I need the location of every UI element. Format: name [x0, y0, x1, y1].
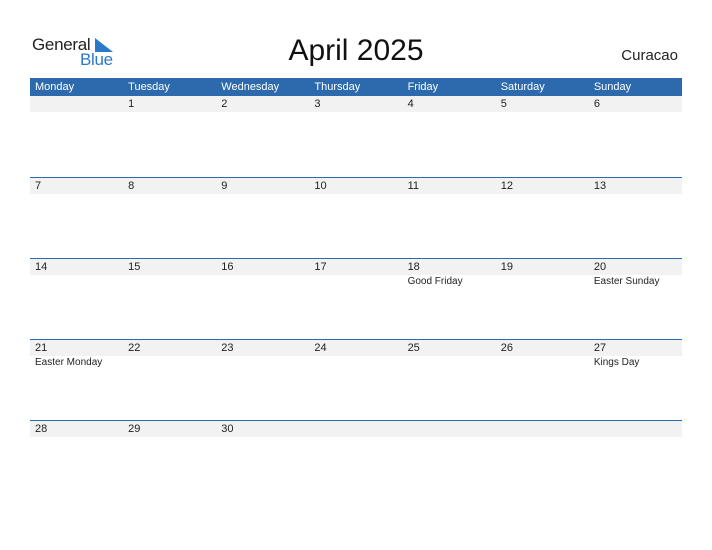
- day-number: 17: [314, 261, 327, 273]
- day-number-row: 21 22 23 24 25 26 27: [30, 340, 682, 356]
- holiday-label: [403, 356, 496, 369]
- day-number: 28: [35, 423, 48, 435]
- weekday-friday: Friday: [407, 81, 439, 93]
- day-number: [309, 421, 402, 437]
- holiday-label: Easter Monday: [35, 357, 103, 368]
- day-number-row: 14 15 16 17 18 19 20: [30, 259, 682, 275]
- day-number: 30: [221, 423, 234, 435]
- holiday-label: [216, 356, 309, 369]
- day-number-row: 1 2 3 4 5 6: [30, 96, 682, 112]
- day-number-row: 28 29 30: [30, 421, 682, 437]
- day-number: 10: [314, 180, 327, 192]
- day-number: [403, 421, 496, 437]
- day-number: 24: [314, 342, 327, 354]
- day-number: 16: [221, 261, 234, 273]
- day-number: 2: [221, 98, 228, 110]
- day-number: 3: [314, 98, 321, 110]
- country-label: Curacao: [621, 47, 678, 64]
- day-number: 6: [593, 98, 600, 110]
- week-row: 28 29 30: [30, 420, 682, 501]
- day-number: 26: [500, 342, 513, 354]
- weekday-saturday: Saturday: [500, 81, 545, 93]
- day-number: 20: [593, 261, 607, 273]
- week-row: 21 22 23 24 25 26 27 Easter Monday Kings Day: [30, 339, 682, 420]
- day-number: 25: [407, 342, 420, 354]
- day-number: [30, 96, 123, 112]
- holiday-label: [123, 356, 216, 369]
- day-number: 14: [35, 261, 48, 273]
- day-number: 1: [128, 98, 135, 110]
- day-number: 19: [500, 261, 513, 273]
- weekday-sunday: Sunday: [593, 81, 632, 93]
- day-number: 15: [128, 261, 141, 273]
- day-number: [496, 421, 589, 437]
- weekday-header: Monday Tuesday Wednesday Thursday Friday…: [30, 78, 682, 96]
- day-number: 7: [35, 180, 42, 192]
- weekday-monday: Monday: [35, 81, 75, 93]
- holiday-label: Good Friday: [407, 276, 463, 287]
- day-number: 12: [500, 180, 513, 192]
- holiday-label: [309, 356, 402, 369]
- holiday-row: Good Friday Easter Sunday: [30, 275, 682, 288]
- holiday-label: [309, 275, 402, 288]
- weekday-tuesday: Tuesday: [128, 81, 170, 93]
- weekday-thursday: Thursday: [314, 81, 361, 93]
- holiday-label: [496, 356, 589, 369]
- holiday-label: [216, 275, 309, 288]
- holiday-label: Kings Day: [593, 357, 640, 368]
- day-number: 23: [221, 342, 234, 354]
- week-row: 1 2 3 4 5 6: [30, 96, 682, 177]
- day-number: 9: [221, 180, 228, 192]
- day-number: 29: [128, 423, 141, 435]
- weekday-wednesday: Wednesday: [221, 81, 280, 93]
- day-number-row: 7 8 9 10 11 12 13: [30, 178, 682, 194]
- day-number: 22: [128, 342, 141, 354]
- week-row: 7 8 9 10 11 12 13: [30, 177, 682, 258]
- day-number: 11: [407, 180, 419, 192]
- holiday-label: [30, 275, 123, 288]
- day-number: [589, 421, 682, 437]
- holiday-label: [496, 275, 589, 288]
- holiday-label: Easter Sunday: [593, 276, 660, 287]
- day-number: 8: [128, 180, 135, 192]
- day-number: 13: [593, 180, 607, 192]
- day-number: 27: [593, 342, 607, 354]
- calendar-title: April 2025: [288, 34, 424, 67]
- day-number: 4: [407, 98, 414, 110]
- week-row: 14 15 16 17 18 19 20 Good Friday Easter Sunday: [30, 258, 682, 339]
- day-number: 5: [500, 98, 507, 110]
- holiday-label: [123, 275, 216, 288]
- day-number: 18: [407, 261, 420, 273]
- holiday-row: Easter Monday Kings Day: [30, 356, 682, 369]
- calendar-grid: Monday Tuesday Wednesday Thursday Friday…: [30, 78, 682, 501]
- day-number: 21: [35, 342, 48, 354]
